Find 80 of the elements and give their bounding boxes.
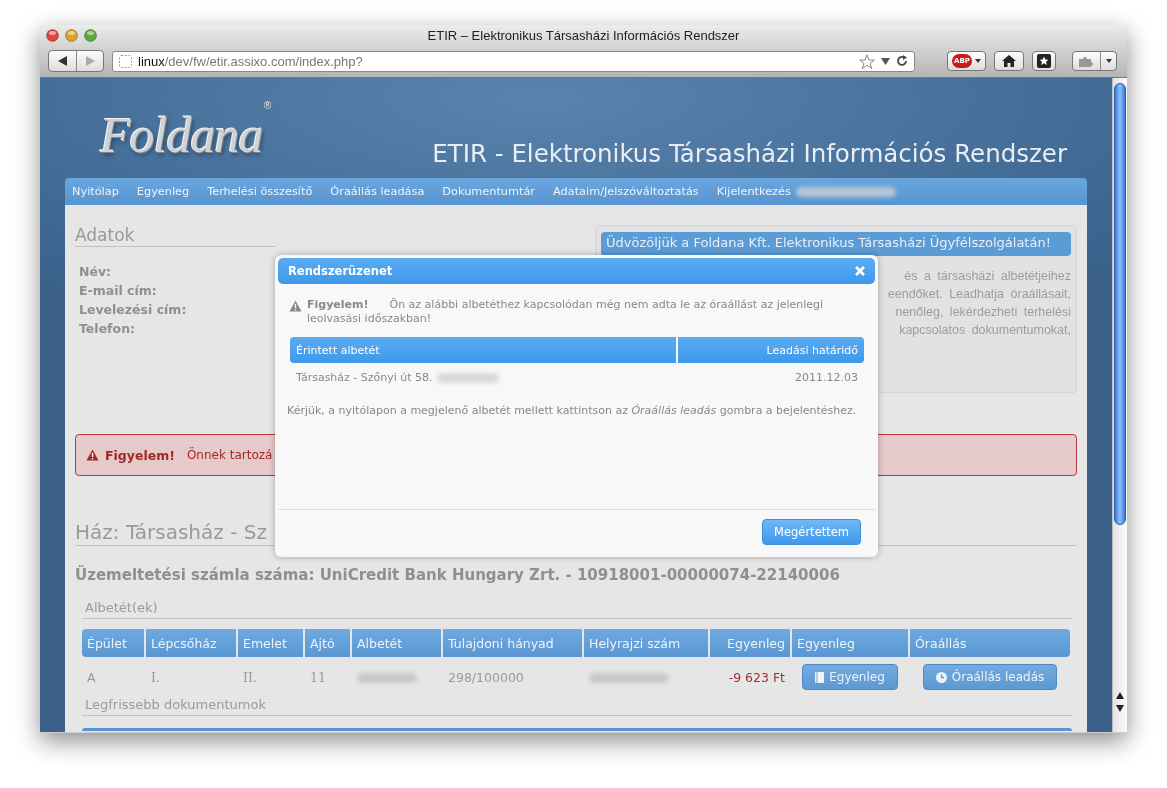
window-title: ETIR – Elektronikus Társasházi Információs Rendszer — [427, 28, 740, 43]
home-button[interactable] — [994, 51, 1024, 71]
field-label: E-mail cím: — [79, 283, 157, 298]
forward-arrow-icon — [85, 56, 95, 66]
column-header: Lépcsőház — [146, 629, 236, 657]
url-text: linux/dev/fw/etir.assixo.com/index.php? — [138, 53, 364, 69]
zoom-window-icon[interactable] — [84, 28, 97, 42]
welcome-title: Üdvözöljük a Foldana Kft. Elektronikus Társasházi Ügyfélszolgálatán! — [601, 232, 1071, 256]
table-cell: Társasház - Szőnyi út 58. — [296, 370, 433, 384]
section-title: Legfrissebb dokumentumok — [82, 697, 1072, 716]
notebook-icon — [815, 671, 825, 683]
nav-link[interactable]: Kijelentkezés — [716, 185, 800, 198]
scrollbar-thumb[interactable] — [1114, 83, 1126, 525]
alert-text: Önnek tartozá — [186, 448, 273, 462]
site-title: ETIR - Elektronikus Társasházi Információs Rendszer — [432, 139, 1068, 168]
table-cell-text: 298/100000 — [447, 668, 525, 687]
table-cell-text: I. — [150, 668, 161, 687]
table-cell-text: A — [86, 668, 97, 687]
warning-text: Figyelem! Ön az alábbi albetéthez kapcsolódan még nem adta le az óraállást az jelenlegi leolvasási időszakban! — [307, 298, 825, 326]
caret-icon — [975, 59, 981, 63]
page-icon — [119, 54, 132, 68]
bookmarks-button[interactable] — [1032, 51, 1056, 71]
close-icon[interactable] — [855, 266, 865, 276]
field-label: Levelezési cím: — [79, 302, 187, 317]
table-cell-text: -9 623 Ft — [727, 668, 786, 687]
nav-link[interactable]: Nyitólap — [72, 185, 128, 198]
registered-mark: ® — [262, 100, 272, 111]
table-cell-text: II. — [242, 668, 258, 687]
field-label: Név: — [79, 264, 112, 279]
instruction-text: Kérjük, a nyitólapon a megjelenő albetét mellett kattintson az Óraállás leadás gombra a bejelentéshez. — [287, 404, 858, 417]
table-cell-text: 11 — [309, 668, 327, 687]
redacted-text — [357, 673, 417, 683]
column-header: Ajtó — [305, 629, 350, 657]
warning-icon — [86, 449, 99, 461]
welcome-text: és a társasházi albetétjeihez — [904, 268, 1071, 284]
column-header: Egyenleg — [710, 629, 790, 657]
minimize-window-icon[interactable] — [65, 28, 78, 42]
puzzle-icon — [1077, 55, 1095, 67]
close-window-icon[interactable] — [46, 28, 59, 42]
welcome-text: kapcsolatos dokumentumokat, — [899, 322, 1071, 338]
table-cell-text: 2011.12.03 — [794, 369, 859, 386]
nav-link[interactable]: Óraállás leadása — [330, 185, 434, 198]
section-title: Albetét(ek) — [82, 600, 1072, 619]
extension-button[interactable] — [1072, 51, 1117, 71]
star-icon[interactable] — [859, 53, 875, 69]
meter-reading-button[interactable]: Óraállás leadás — [922, 664, 1058, 690]
section-title: Adatok — [75, 225, 275, 247]
column-header: Épület — [82, 629, 144, 657]
welcome-text: nenőleg, lekérdezheti terhelési — [895, 304, 1071, 320]
column-header: Albetét — [352, 629, 441, 657]
nav-link[interactable]: Dokumentumtár — [442, 185, 544, 198]
field-label: Telefon: — [79, 321, 136, 336]
dialog-title: Rendszerüzenet — [288, 264, 393, 278]
balance-button[interactable]: Egyenleg — [802, 664, 898, 690]
star-box-icon — [1037, 54, 1051, 68]
redacted-text — [436, 372, 499, 383]
address-field[interactable]: linux/dev/fw/etir.assixo.com/index.php? — [112, 50, 915, 72]
nav-link[interactable]: Terhelési összesítő — [207, 185, 322, 198]
understood-button[interactable]: Megértettem — [762, 519, 861, 545]
clock-icon — [935, 671, 947, 683]
scroll-down-arrow-icon[interactable] — [1116, 705, 1124, 712]
caret-icon — [1106, 59, 1112, 63]
home-icon — [1002, 55, 1016, 67]
reload-icon[interactable] — [896, 55, 908, 67]
column-header: Leadási határidő — [678, 337, 864, 363]
column-header: Helyrajzi szám — [584, 629, 708, 657]
column-header: Egyenleg — [792, 629, 908, 657]
warning-icon — [289, 300, 302, 312]
nav-link[interactable]: Adataim/Jelszóváltoztatás — [553, 185, 708, 198]
column-header: Emelet — [238, 629, 303, 657]
column-header: Érintett albetét — [290, 337, 676, 363]
alert-label: Figyelem! — [105, 447, 175, 463]
column-header: Óraállás — [910, 629, 1070, 657]
dropdown-caret-icon[interactable] — [881, 57, 890, 65]
welcome-text: eendőket. Leadhatja óraállásait, — [887, 286, 1071, 302]
back-arrow-icon — [58, 56, 67, 66]
nav-link[interactable]: Egyenleg — [136, 185, 199, 198]
account-number: Üzemeltetési számla száma: UniCredit Bank Hungary Zrt. - 10918001-00000074-22140006 — [75, 566, 841, 584]
column-header: Tulajdoni hányad — [443, 629, 582, 657]
scroll-up-arrow-icon[interactable] — [1116, 692, 1124, 699]
